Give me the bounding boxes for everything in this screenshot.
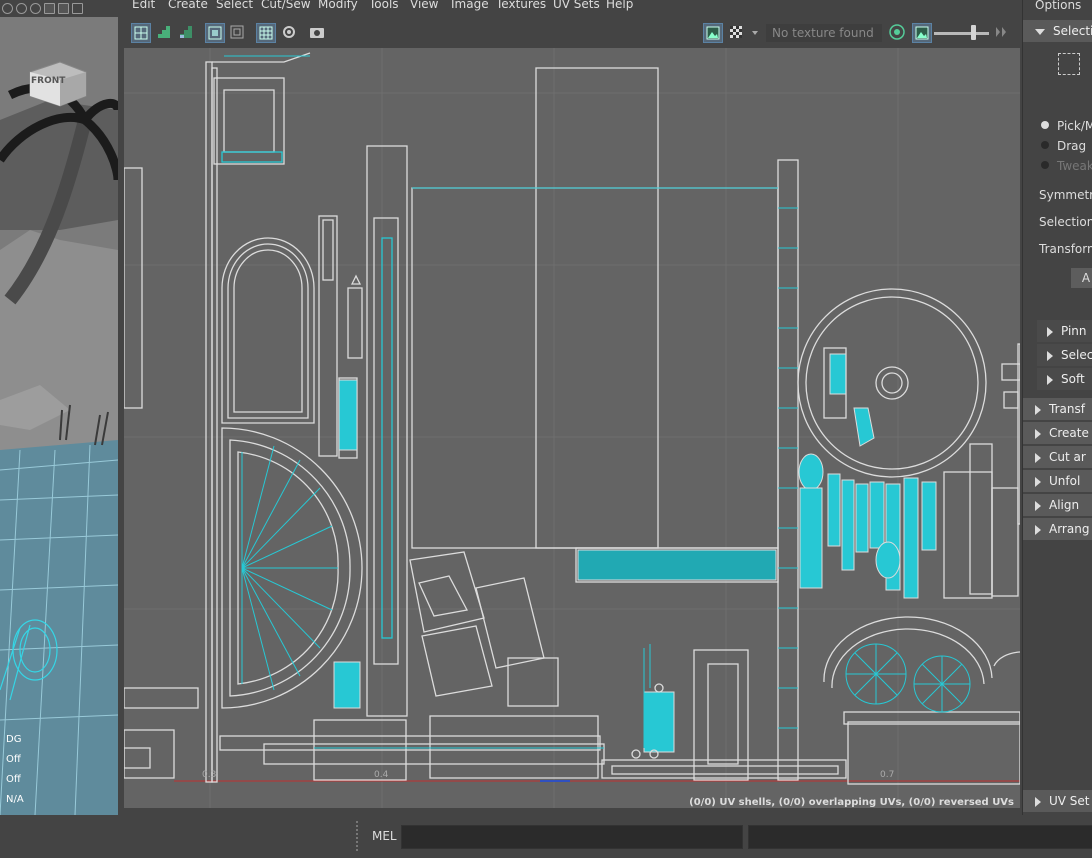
checker-icon[interactable] bbox=[727, 23, 747, 43]
symmetry-label: Symmetry: bbox=[1039, 188, 1092, 202]
menu-tools[interactable]: Tools bbox=[369, 0, 399, 11]
section-transform[interactable]: Transf bbox=[1023, 398, 1092, 420]
grid-toggle-icon[interactable] bbox=[44, 3, 55, 14]
subsection-select-by-type[interactable]: Selec bbox=[1037, 344, 1092, 366]
hud-value-4: N/A bbox=[6, 794, 24, 805]
mel-result-field bbox=[748, 825, 1092, 849]
radio-tweak[interactable] bbox=[1041, 161, 1049, 169]
axis-label-u03: 0.3 bbox=[202, 770, 217, 780]
image-display-icon[interactable] bbox=[703, 23, 723, 43]
subsection-pinning[interactable]: Pinn bbox=[1037, 320, 1092, 342]
distortion-icon[interactable] bbox=[228, 23, 248, 43]
uv-layout-drawing bbox=[124, 48, 1020, 808]
menu-cut-sew[interactable]: Cut/Sew bbox=[261, 0, 311, 11]
dropdown-arrow-icon[interactable] bbox=[750, 23, 760, 43]
radio-drag-label: Drag bbox=[1057, 139, 1087, 153]
radio-pick[interactable] bbox=[1041, 121, 1049, 129]
texture-field[interactable]: No texture found bbox=[766, 24, 882, 42]
section-align[interactable]: Align bbox=[1023, 494, 1092, 516]
subsection-soft-selection[interactable]: Soft bbox=[1037, 368, 1092, 390]
brightness-slider-track[interactable] bbox=[934, 32, 989, 35]
grid-display-icon[interactable] bbox=[256, 23, 276, 43]
uv-toolbar: No texture found bbox=[122, 18, 1020, 48]
collapsed-arrow-icon bbox=[1035, 796, 1041, 807]
selection-constraint-label: Selection C bbox=[1039, 215, 1092, 229]
section-uv-sets[interactable]: UV Set bbox=[1023, 790, 1092, 812]
collapsed-arrow-icon bbox=[1047, 326, 1053, 337]
command-line-bar: MEL bbox=[0, 815, 1092, 858]
viewport-scene bbox=[0, 0, 118, 815]
menu-help[interactable]: Help bbox=[606, 0, 633, 11]
xray-icon[interactable] bbox=[30, 3, 41, 14]
uv-grid-icon[interactable] bbox=[131, 23, 151, 43]
view-cube-label: FRONT bbox=[31, 76, 66, 86]
apply-button[interactable]: A bbox=[1071, 268, 1092, 288]
menu-uv-sets[interactable]: UV Sets bbox=[553, 0, 600, 11]
perspective-viewport[interactable]: FRONT DG Off Off N/A bbox=[0, 0, 118, 815]
menu-create[interactable]: Create bbox=[168, 0, 208, 11]
step-icon[interactable] bbox=[994, 23, 1008, 43]
uv-editor-panel: Edit Create Select Cut/Sew Modify Tools … bbox=[122, 0, 1020, 815]
radio-drag[interactable] bbox=[1041, 141, 1049, 149]
collapsed-arrow-icon bbox=[1035, 500, 1041, 511]
axis-label-u04: 0.4 bbox=[374, 770, 389, 780]
section-cut-and-sew[interactable]: Cut ar bbox=[1023, 446, 1092, 468]
collapsed-arrow-icon bbox=[1035, 524, 1041, 535]
options-menu[interactable]: Options bbox=[1035, 0, 1081, 12]
section-create[interactable]: Create bbox=[1023, 422, 1092, 444]
lighting-icon[interactable] bbox=[16, 3, 27, 14]
uv-menu-bar: Edit Create Select Cut/Sew Modify Tools … bbox=[122, 0, 1020, 12]
section-selection[interactable]: Selecti bbox=[1023, 20, 1092, 42]
frame-icon[interactable] bbox=[72, 3, 83, 14]
selection-mode-icon[interactable] bbox=[1058, 53, 1080, 75]
snap-icon[interactable] bbox=[280, 23, 300, 43]
transform-constraint-label: Transform bbox=[1039, 242, 1092, 256]
menu-view[interactable]: View bbox=[410, 0, 438, 11]
axis-label-u07: 0.7 bbox=[880, 770, 895, 780]
rgb-channels-icon[interactable] bbox=[888, 23, 908, 43]
drag-handle-icon[interactable] bbox=[356, 821, 362, 851]
menu-textures[interactable]: Textures bbox=[496, 0, 546, 11]
view-cube[interactable]: FRONT bbox=[28, 58, 90, 108]
snapshot-camera-icon[interactable] bbox=[308, 23, 328, 43]
expanded-arrow-icon bbox=[1035, 28, 1045, 35]
brightness-slider-thumb[interactable] bbox=[971, 25, 976, 40]
collapsed-arrow-icon bbox=[1035, 428, 1041, 439]
hud-value-2: Off bbox=[6, 754, 21, 765]
mel-command-input[interactable] bbox=[401, 825, 743, 849]
stairs-alt-icon[interactable] bbox=[177, 23, 197, 43]
radio-tweak-label: Tweak/ bbox=[1057, 159, 1092, 173]
menu-edit[interactable]: Edit bbox=[132, 0, 155, 11]
uv-status-text: (0/0) UV shells, (0/0) overlapping UVs, … bbox=[689, 797, 1014, 808]
viewport-toolstrip bbox=[0, 0, 118, 17]
collapsed-arrow-icon bbox=[1035, 476, 1041, 487]
shading-icon[interactable] bbox=[2, 3, 13, 14]
section-arrange[interactable]: Arrang bbox=[1023, 518, 1092, 540]
stairs-icon[interactable] bbox=[155, 23, 175, 43]
shaded-uv-icon[interactable] bbox=[205, 23, 225, 43]
menu-select[interactable]: Select bbox=[216, 0, 253, 11]
image-toggle-icon[interactable] bbox=[912, 23, 932, 43]
collapsed-arrow-icon bbox=[1047, 350, 1053, 361]
uv-toolkit-panel: Options Selecti Pick/M Drag Tweak/ Symme… bbox=[1022, 0, 1092, 815]
uv-canvas[interactable]: 0.3 0.4 0.7 bbox=[124, 48, 1020, 808]
mel-label[interactable]: MEL bbox=[372, 829, 397, 843]
collapsed-arrow-icon bbox=[1047, 374, 1053, 385]
camera-toggle-icon[interactable] bbox=[58, 3, 69, 14]
hud-value-3: Off bbox=[6, 774, 21, 785]
menu-modify[interactable]: Modify bbox=[318, 0, 358, 11]
section-unfold[interactable]: Unfol bbox=[1023, 470, 1092, 492]
collapsed-arrow-icon bbox=[1035, 404, 1041, 415]
menu-image[interactable]: Image bbox=[451, 0, 489, 11]
hud-value-1: DG bbox=[6, 734, 22, 745]
collapsed-arrow-icon bbox=[1035, 452, 1041, 463]
radio-pick-label: Pick/M bbox=[1057, 119, 1092, 133]
